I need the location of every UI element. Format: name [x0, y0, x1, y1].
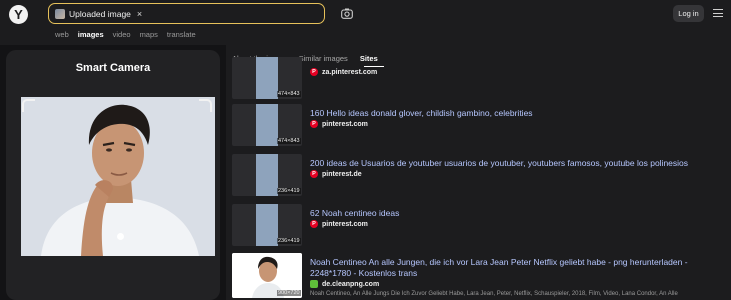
result-site[interactable]: P pinterest.de — [310, 170, 362, 178]
login-button[interactable]: Log in — [673, 5, 704, 22]
site-name: pinterest.com — [322, 220, 368, 228]
pinterest-icon: P — [310, 68, 318, 76]
yandex-logo[interactable]: Y — [9, 5, 28, 24]
image-dimensions: 236×419 — [277, 238, 301, 244]
list-item[interactable]: 474×843 P za.pinterest.com — [232, 57, 727, 99]
site-name: pinterest.com — [322, 120, 368, 128]
image-dimensions: 236×419 — [277, 188, 301, 194]
search-type-tabs: web images video maps translate — [55, 30, 196, 42]
crop-corner-top-left[interactable] — [22, 99, 35, 112]
site-name: za.pinterest.com — [322, 68, 378, 76]
image-dimensions: 900×720 — [277, 290, 301, 296]
result-description: Noah Centineo, An Alle Jungs Die Ich Zuv… — [310, 291, 678, 297]
left-panel: Smart Camera — [0, 45, 226, 300]
image-dimensions: 474×843 — [277, 138, 301, 144]
pinterest-icon: P — [310, 120, 318, 128]
top-bar: Y Uploaded image × Log in — [0, 0, 731, 28]
query-photo[interactable] — [21, 97, 215, 256]
selection-point[interactable] — [117, 233, 124, 240]
site-name: pinterest.de — [322, 170, 362, 178]
list-item[interactable]: 236×419 200 ideas de Usuarios de youtube… — [232, 154, 727, 198]
result-site[interactable]: P pinterest.com — [310, 120, 368, 128]
smart-camera-title: Smart Camera — [75, 62, 151, 74]
smart-camera-card: Smart Camera — [6, 50, 220, 300]
result-site[interactable]: P pinterest.com — [310, 220, 368, 228]
result-thumbnail[interactable]: 474×843 — [232, 57, 302, 99]
list-item[interactable]: 236×419 62 Noah centineo ideas P pintere… — [232, 204, 727, 248]
pinterest-icon: P — [310, 220, 318, 228]
uploaded-image-thumbnail-icon — [55, 8, 65, 19]
search-box[interactable]: Uploaded image × — [48, 3, 325, 24]
cleanpng-icon — [310, 280, 318, 288]
tab-translate[interactable]: translate — [167, 30, 196, 42]
site-name: de.cleanpng.com — [322, 280, 380, 288]
result-thumbnail[interactable]: 236×419 — [232, 154, 302, 196]
result-thumbnail[interactable]: 236×419 — [232, 204, 302, 246]
image-dimensions: 474×843 — [277, 91, 301, 97]
list-item[interactable]: 474×843 160 Hello ideas donald glover, c… — [232, 104, 727, 148]
tab-web[interactable]: web — [55, 30, 69, 42]
tab-images[interactable]: images — [78, 30, 104, 42]
list-item[interactable]: 900×720 Noah Centineo An alle Jungen, di… — [232, 253, 727, 300]
uploaded-image-chip[interactable]: Uploaded image × — [55, 7, 142, 20]
result-site[interactable]: de.cleanpng.com — [310, 280, 379, 288]
tab-sites[interactable]: Sites — [360, 54, 378, 63]
result-title-link[interactable]: Noah Centineo An alle Jungen, die ich vo… — [310, 257, 727, 268]
pinterest-icon: P — [310, 170, 318, 178]
result-title-link-line2[interactable]: 2248*1780 - Kostenlos trans — [310, 268, 727, 279]
result-title-link[interactable]: 62 Noah centineo ideas — [310, 208, 727, 219]
result-thumbnail[interactable]: 900×720 — [232, 253, 302, 298]
result-title-link[interactable]: 200 ideas de Usuarios de youtuber usuari… — [310, 158, 727, 169]
tab-similar-images[interactable]: Similar images — [299, 54, 348, 63]
chip-label: Uploaded image — [69, 8, 131, 19]
result-title-link[interactable]: 160 Hello ideas donald glover, childish … — [310, 108, 727, 119]
result-site[interactable]: P za.pinterest.com — [310, 68, 377, 76]
portrait-illustration — [21, 97, 215, 256]
result-thumbnail[interactable]: 474×843 — [232, 104, 302, 146]
tab-maps[interactable]: maps — [140, 30, 158, 42]
active-tab-indicator — [364, 66, 384, 67]
tab-video[interactable]: video — [113, 30, 131, 42]
crop-corner-top-right[interactable] — [199, 99, 212, 112]
camera-icon[interactable] — [341, 8, 353, 19]
right-panel: About the image Similar images Sites 474… — [226, 45, 731, 300]
menu-icon[interactable] — [713, 9, 723, 18]
close-icon[interactable]: × — [137, 9, 142, 19]
